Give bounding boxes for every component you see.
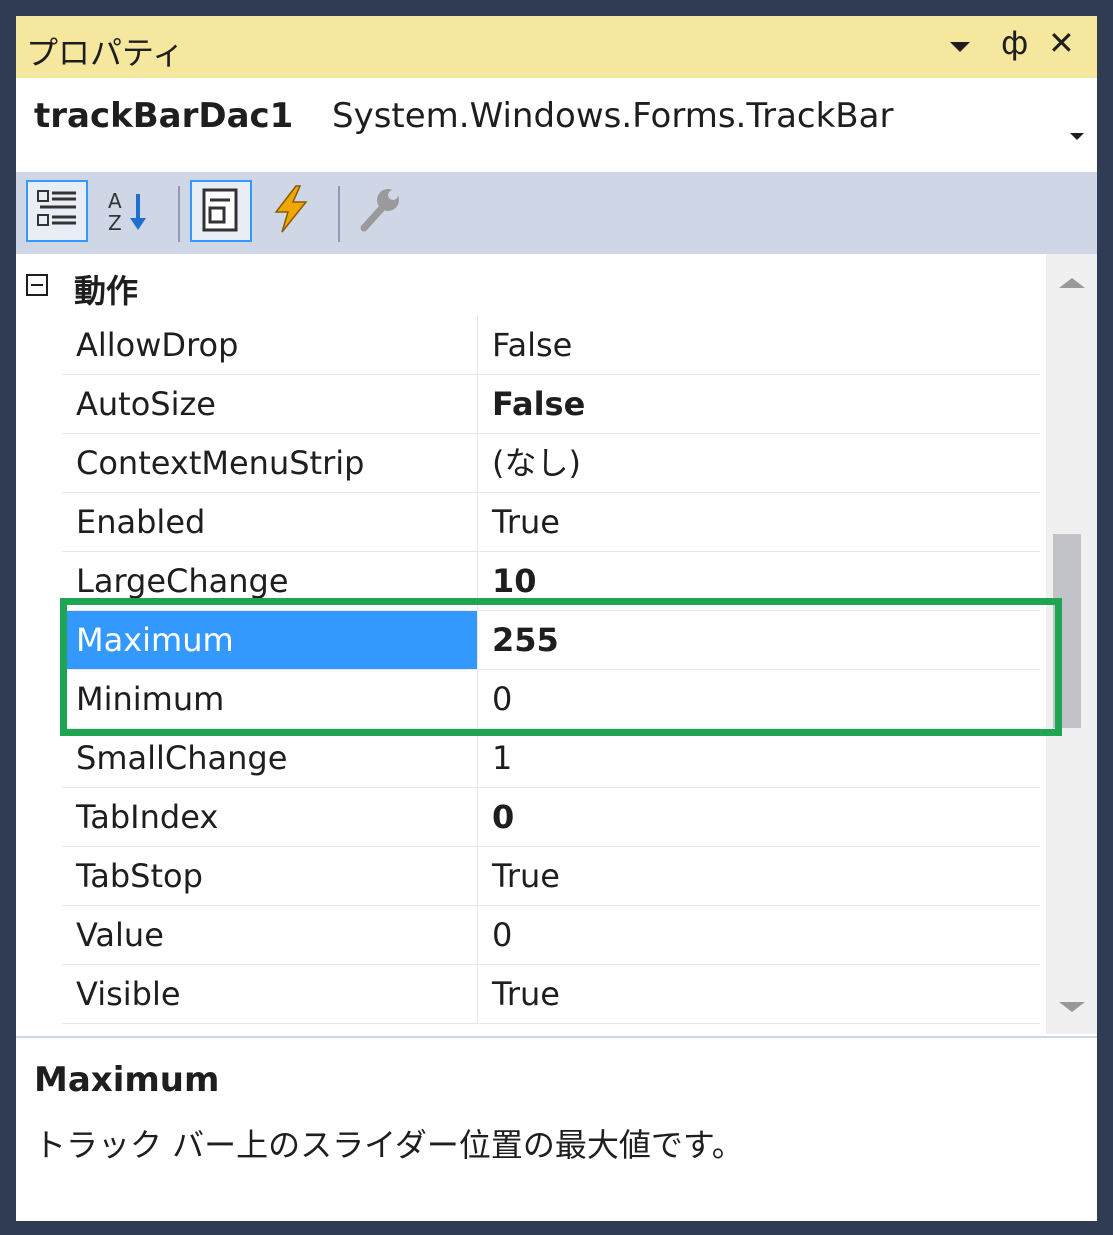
vertical-scrollbar[interactable] — [1046, 254, 1097, 1034]
property-name: TabIndex — [62, 788, 478, 846]
property-name: LargeChange — [62, 552, 478, 610]
scroll-up-icon[interactable] — [1059, 278, 1085, 288]
property-name: ContextMenuStrip — [62, 434, 478, 492]
svg-text:Z: Z — [108, 211, 122, 235]
window-position-dropdown-icon[interactable] — [950, 42, 970, 52]
collapse-icon[interactable] — [26, 274, 48, 296]
property-row-minimum[interactable]: Minimum 0 — [62, 670, 1040, 729]
properties-button[interactable] — [190, 180, 252, 242]
object-selector-dropdown-icon[interactable] — [1070, 133, 1084, 140]
alphabetical-button[interactable]: A Z — [98, 180, 160, 242]
toolbar-separator — [178, 186, 180, 242]
description-pane: Maximum トラック バー上のスライダー位置の最大値です。 — [16, 1036, 1097, 1221]
property-pages-wrench-icon — [360, 189, 399, 232]
property-value[interactable]: True — [478, 965, 1040, 1023]
property-row-tabindex[interactable]: TabIndex 0 — [62, 788, 1040, 847]
property-value[interactable]: 0 — [478, 788, 1040, 846]
properties-toolbar: A Z — [16, 172, 1097, 254]
alphabetical-sort-icon: A Z — [108, 189, 146, 235]
object-type: System.Windows.Forms.TrackBar — [332, 96, 894, 136]
property-grid: 動作 AllowDrop False AutoSize False Contex… — [16, 254, 1097, 1034]
scrollbar-thumb[interactable] — [1053, 534, 1081, 728]
properties-page-icon — [202, 188, 238, 232]
events-button[interactable] — [262, 180, 324, 242]
categorized-icon — [37, 190, 76, 226]
pin-icon[interactable]: ф — [1001, 24, 1028, 62]
property-name: SmallChange — [62, 729, 478, 787]
property-row-contextmenustrip[interactable]: ContextMenuStrip (なし) — [62, 434, 1040, 493]
property-row-maximum[interactable]: Maximum 255 — [62, 611, 1040, 670]
property-name: TabStop — [62, 847, 478, 905]
categorized-button[interactable] — [26, 180, 88, 242]
property-name: Enabled — [62, 493, 478, 551]
property-row-enabled[interactable]: Enabled True — [62, 493, 1040, 552]
property-name: Maximum — [62, 611, 478, 669]
scroll-down-icon[interactable] — [1059, 1002, 1085, 1012]
property-value[interactable]: 10 — [478, 552, 1040, 610]
property-value[interactable]: True — [478, 493, 1040, 551]
property-row-allowdrop[interactable]: AllowDrop False — [62, 316, 1040, 375]
toolbar-separator — [338, 186, 340, 242]
property-name: AutoSize — [62, 375, 478, 433]
description-text: トラック バー上のスライダー位置の最大値です。 — [34, 1126, 744, 1164]
property-row-value[interactable]: Value 0 — [62, 906, 1040, 965]
property-value[interactable]: False — [478, 316, 1040, 374]
property-value[interactable]: 255 — [478, 611, 1040, 669]
properties-titlebar[interactable]: プロパティ ф ✕ — [16, 16, 1097, 78]
description-title: Maximum — [34, 1060, 220, 1100]
property-row-tabstop[interactable]: TabStop True — [62, 847, 1040, 906]
events-lightning-icon — [274, 185, 308, 233]
properties-window: プロパティ ф ✕ trackBarDac1 System.Windows.Fo… — [16, 16, 1097, 1221]
property-name: Minimum — [62, 670, 478, 728]
property-row-visible[interactable]: Visible True — [62, 965, 1040, 1024]
object-name: trackBarDac1 — [34, 96, 294, 136]
property-name: AllowDrop — [62, 316, 478, 374]
property-row-smallchange[interactable]: SmallChange 1 — [62, 729, 1040, 788]
property-value[interactable]: True — [478, 847, 1040, 905]
property-name: Value — [62, 906, 478, 964]
close-icon[interactable]: ✕ — [1048, 24, 1075, 62]
property-value[interactable]: (なし) — [478, 434, 1040, 492]
category-label: 動作 — [74, 272, 139, 310]
property-value[interactable]: 1 — [478, 729, 1040, 787]
property-value[interactable]: False — [478, 375, 1040, 433]
property-row-largechange[interactable]: LargeChange 10 — [62, 552, 1040, 611]
svg-text:A: A — [108, 189, 122, 213]
property-name: Visible — [62, 965, 478, 1023]
property-value[interactable]: 0 — [478, 670, 1040, 728]
window-title: プロパティ — [26, 34, 185, 72]
property-pages-button[interactable] — [350, 180, 412, 242]
property-value[interactable]: 0 — [478, 906, 1040, 964]
property-row-autosize[interactable]: AutoSize False — [62, 375, 1040, 434]
category-row[interactable]: 動作 — [16, 254, 1046, 316]
